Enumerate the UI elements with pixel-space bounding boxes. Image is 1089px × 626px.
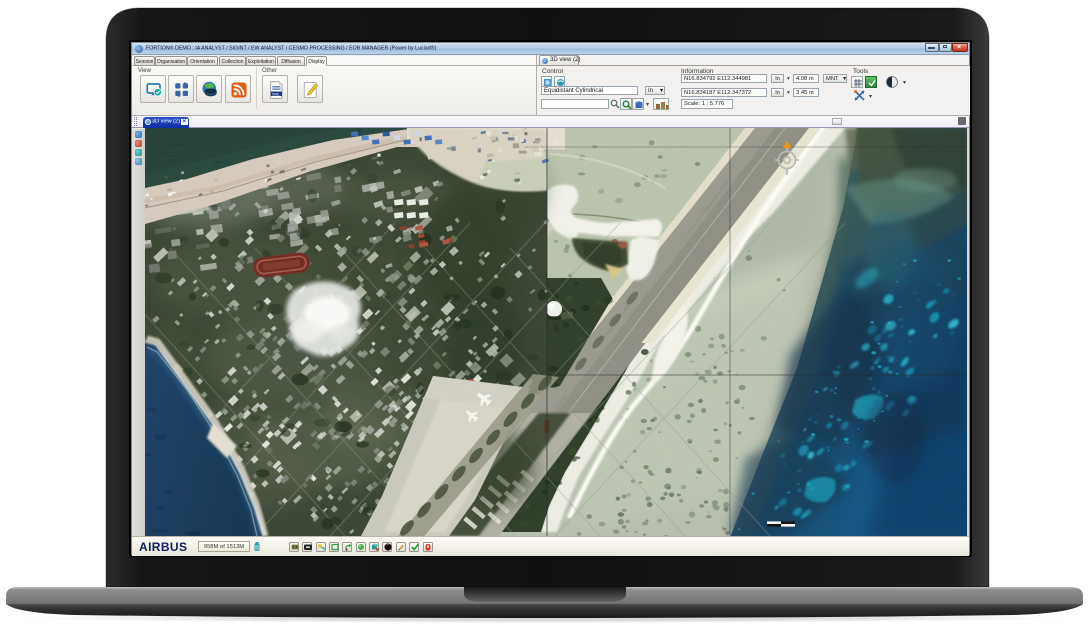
svg-text:XML: XML — [271, 92, 279, 96]
